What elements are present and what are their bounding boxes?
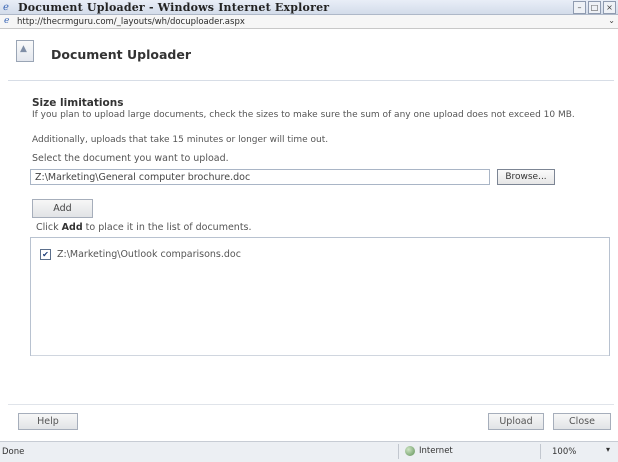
- document-list-area: ✔ Z:\Marketing\Outlook comparisons.doc: [31, 238, 609, 356]
- dialog-footer: Help Upload Close: [8, 404, 614, 438]
- document-upload-icon: [16, 40, 34, 62]
- document-path: Z:\Marketing\Outlook comparisons.doc: [57, 249, 241, 260]
- maximize-button[interactable]: □: [588, 1, 601, 14]
- zone-label: Internet: [419, 446, 453, 456]
- address-bar[interactable]: ℯ http://thecrmguru.com/_layouts/wh/docu…: [0, 15, 618, 29]
- minimize-button[interactable]: –: [573, 1, 586, 14]
- zoom-dropdown-icon[interactable]: ▾: [606, 445, 610, 454]
- status-divider: [398, 444, 399, 459]
- page-icon: ℯ: [4, 16, 10, 26]
- help-button[interactable]: Help: [18, 413, 78, 430]
- browse-button[interactable]: Browse...: [497, 169, 555, 185]
- timeout-text: Additionally, uploads that take 15 minut…: [32, 135, 329, 145]
- zoom-level[interactable]: 100%: [552, 447, 576, 457]
- add-hint: Click Add to place it in the list of doc…: [36, 222, 252, 233]
- window-controls: – □ ×: [573, 1, 616, 14]
- page-title: Document Uploader: [51, 47, 191, 62]
- security-zone[interactable]: Internet: [405, 446, 453, 456]
- dialog-header: Document Uploader: [8, 34, 614, 81]
- file-path-input[interactable]: Z:\Marketing\General computer brochure.d…: [30, 169, 490, 185]
- document-list[interactable]: ✔ Z:\Marketing\Outlook comparisons.doc: [30, 237, 610, 356]
- close-window-button[interactable]: ×: [603, 1, 616, 14]
- size-limitations-text: If you plan to upload large documents, c…: [32, 110, 575, 120]
- chevron-down-icon[interactable]: ⌄: [608, 16, 615, 25]
- address-text[interactable]: http://thecrmguru.com/_layouts/wh/docupl…: [17, 17, 245, 27]
- size-limitations-heading: Size limitations: [32, 97, 124, 109]
- add-hint-suffix: to place it in the list of documents.: [85, 222, 252, 233]
- status-text: Done: [2, 447, 25, 457]
- add-hint-prefix: Click: [36, 222, 59, 233]
- window-title-bar: ℯ Document Uploader - Windows Internet E…: [0, 0, 618, 15]
- ie-icon: ℯ: [3, 1, 9, 13]
- close-button[interactable]: Close: [553, 413, 611, 430]
- status-divider: [540, 444, 541, 459]
- upload-button[interactable]: Upload: [488, 413, 544, 430]
- status-bar: Done Internet 100% ▾: [0, 441, 618, 462]
- add-hint-bold: Add: [61, 222, 83, 233]
- globe-icon: [405, 446, 415, 456]
- select-document-label: Select the document you want to upload.: [32, 153, 229, 164]
- list-item[interactable]: ✔ Z:\Marketing\Outlook comparisons.doc: [40, 249, 241, 260]
- add-button[interactable]: Add: [32, 199, 93, 218]
- document-checkbox[interactable]: ✔: [40, 249, 51, 260]
- window-title: Document Uploader - Windows Internet Exp…: [18, 0, 330, 14]
